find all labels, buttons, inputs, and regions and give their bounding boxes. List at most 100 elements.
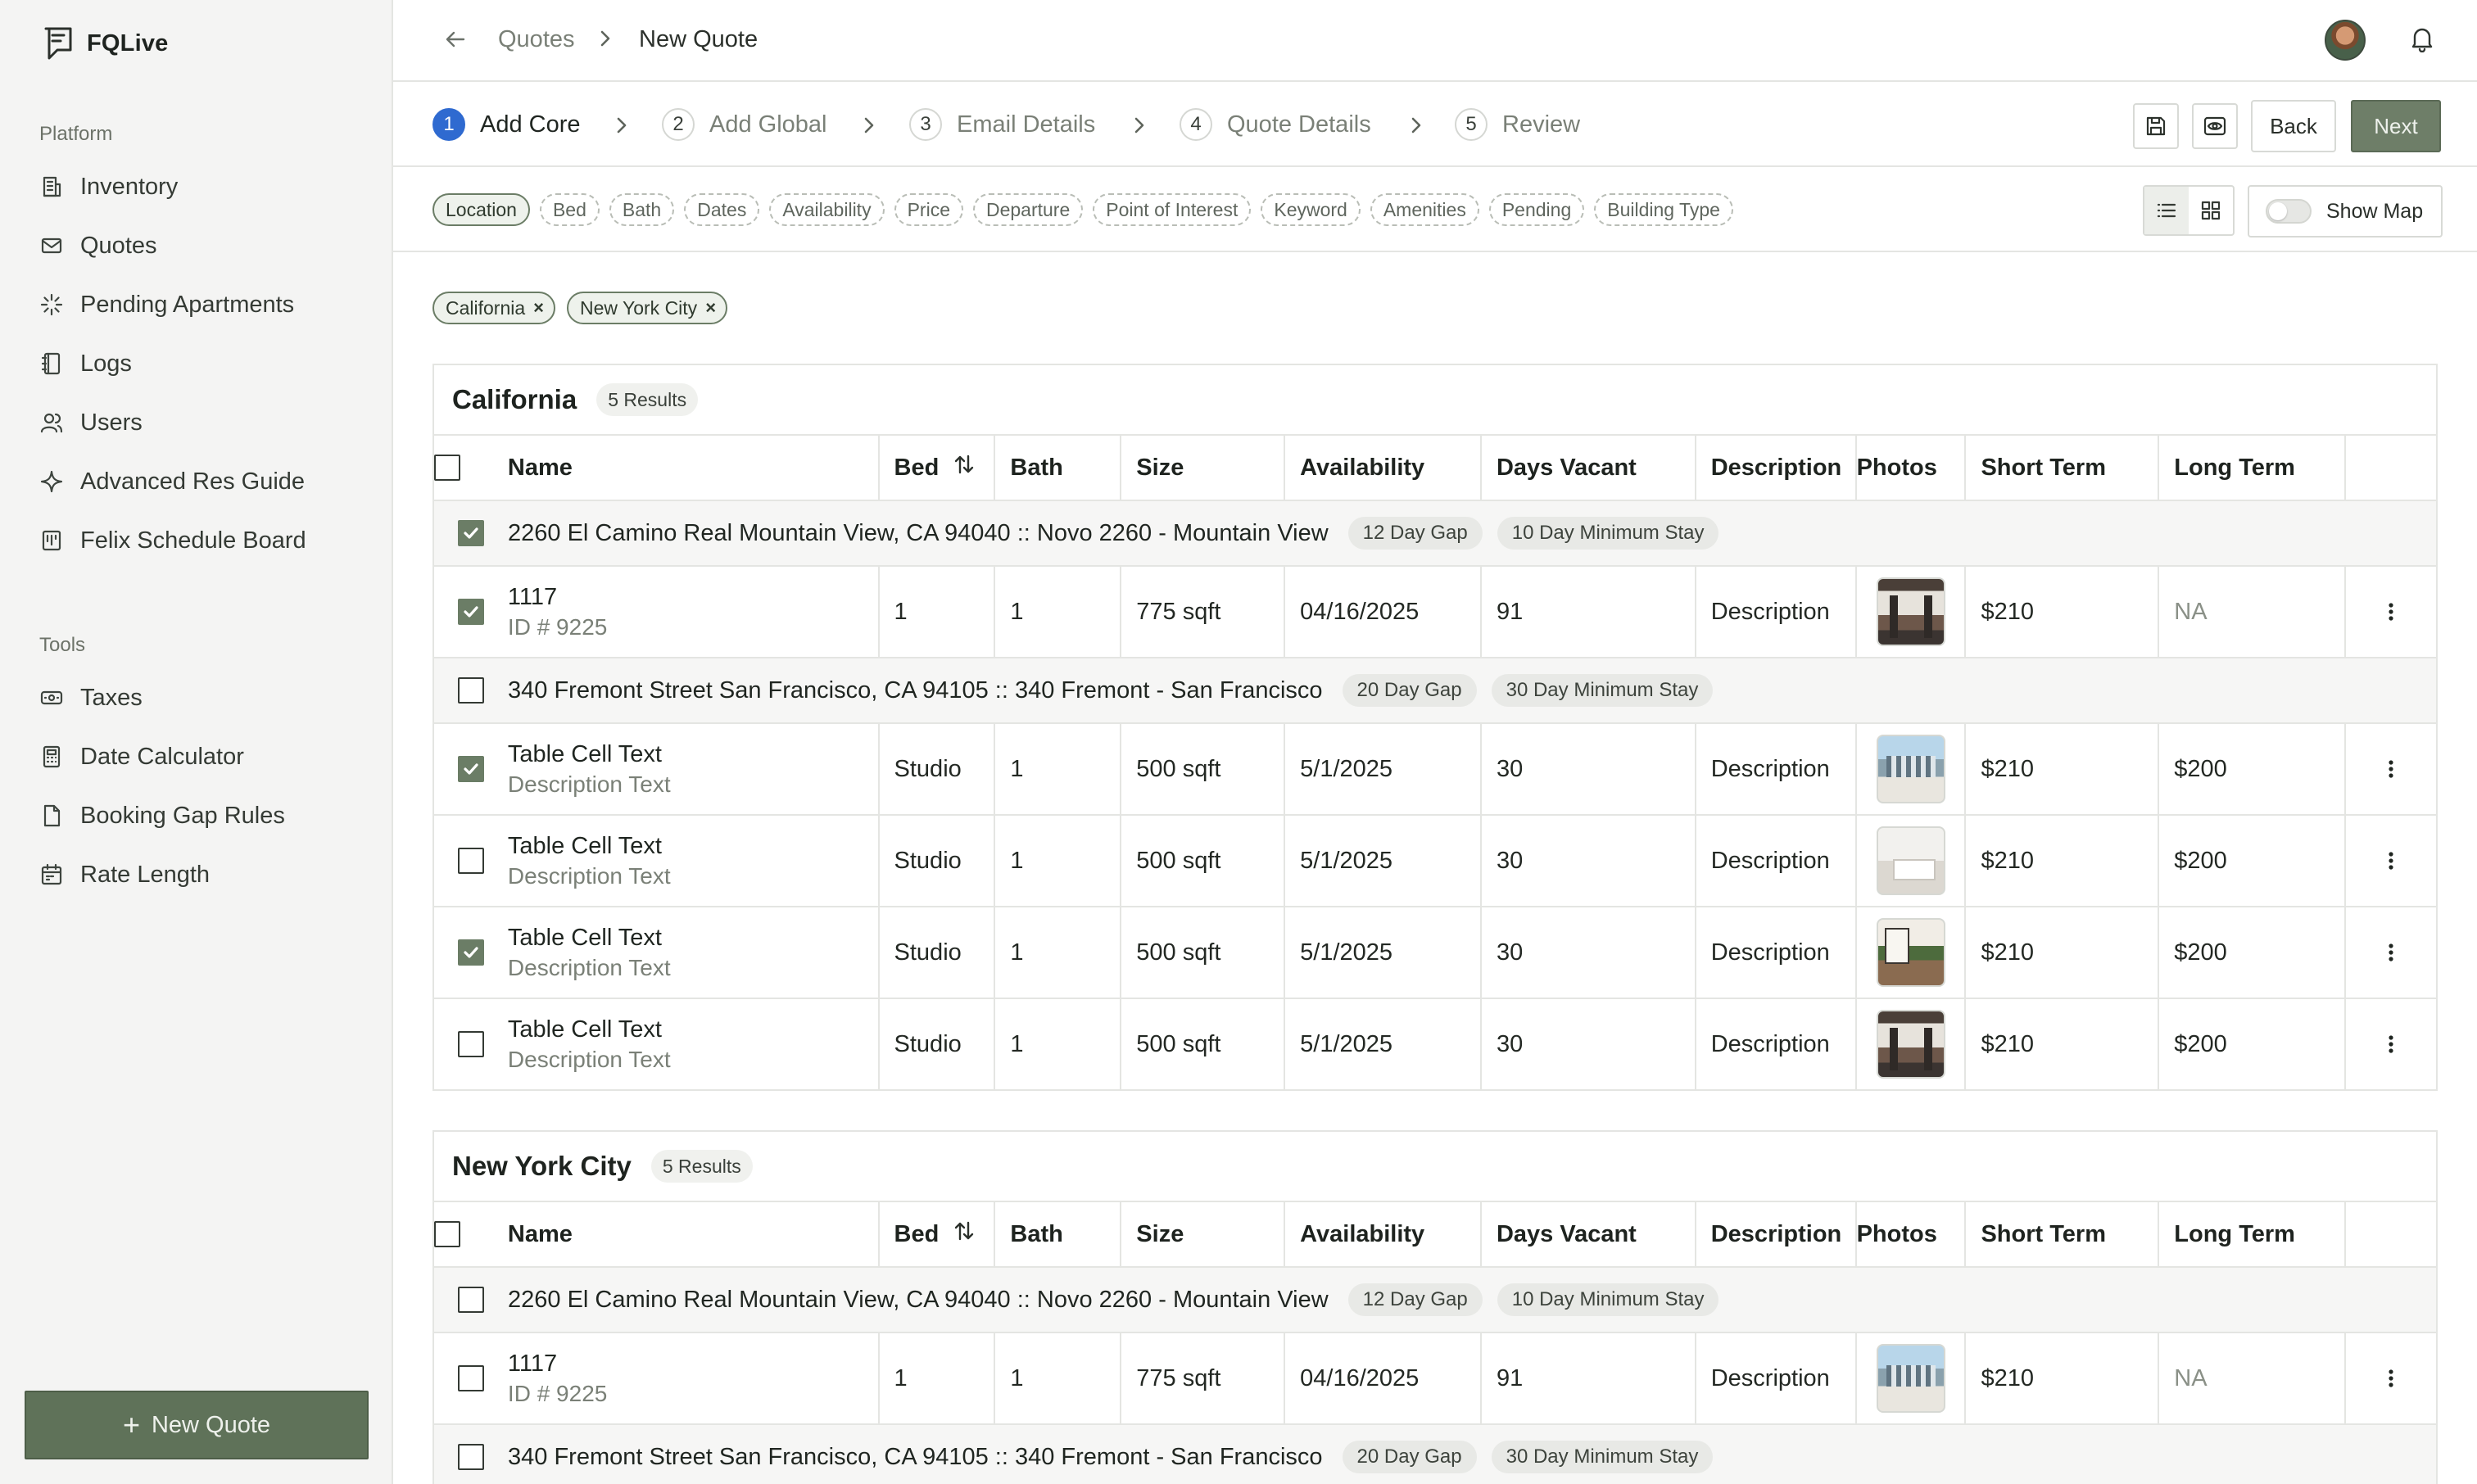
filter-chip-departure[interactable]: Departure <box>972 193 1084 226</box>
sidebar-item-taxes[interactable]: Taxes <box>38 675 143 721</box>
sidebar-item-pending-apartments[interactable]: Pending Apartments <box>38 282 294 328</box>
sidebar-item-logs[interactable]: Logs <box>38 341 132 387</box>
section-title-platform: Platform <box>39 123 113 145</box>
long-term-cell: NA <box>2159 1333 2347 1423</box>
checkbox-cell <box>434 567 508 657</box>
days-vacant-cell: 30 <box>1482 724 1696 814</box>
next-button[interactable]: Next <box>2351 100 2441 152</box>
avatar[interactable] <box>2325 20 2366 61</box>
checkbox-checked[interactable] <box>457 939 484 966</box>
new-quote-button[interactable]: + New Quote <box>25 1391 369 1459</box>
unit-name: Table Cell Text <box>507 1016 662 1043</box>
checkbox[interactable] <box>458 1444 484 1470</box>
checkbox[interactable] <box>457 1365 484 1391</box>
column-header-label: Short Term <box>1981 454 2107 481</box>
more-vertical-icon[interactable] <box>2379 848 2403 873</box>
filter-chip-amenities[interactable]: Amenities <box>1370 193 1479 226</box>
filter-chip-bed[interactable]: Bed <box>539 193 600 226</box>
more-vertical-icon[interactable] <box>2379 599 2403 624</box>
sidebar-item-users[interactable]: Users <box>38 400 143 446</box>
filter-chip-availability[interactable]: Availability <box>769 193 885 226</box>
photos-cell <box>1857 816 1967 906</box>
show-map-toggle[interactable]: Show Map <box>2248 185 2443 238</box>
breadcrumb-quotes[interactable]: Quotes <box>498 26 575 53</box>
rule-badge: 30 Day Minimum Stay <box>1491 1441 1714 1473</box>
remove-icon[interactable]: × <box>705 297 716 319</box>
list-view-button[interactable] <box>2144 187 2189 234</box>
step-quote-details[interactable]: 4 Quote Details <box>1180 106 1371 143</box>
more-vertical-icon[interactable] <box>2379 940 2403 965</box>
checkbox[interactable] <box>434 455 460 481</box>
days-vacant-cell-value: 30 <box>1496 847 1524 874</box>
sidebar-item-quotes[interactable]: Quotes <box>38 223 157 269</box>
filter-chip-building-type[interactable]: Building Type <box>1594 193 1733 226</box>
table-row: 1117 ID # 9225 1 1 775 sqft 04/16/2025 91 Descr… <box>434 1333 2436 1425</box>
apartment-photo[interactable] <box>1876 577 1945 646</box>
bed-cell-value: 1 <box>894 598 908 625</box>
checkbox-checked[interactable] <box>457 756 484 782</box>
column-header[interactable]: Bed <box>880 436 996 500</box>
unit-name: 1117 <box>507 583 558 610</box>
column-header: Size <box>1121 436 1286 500</box>
apartment-photo[interactable] <box>1876 735 1945 803</box>
file-icon <box>38 802 66 830</box>
more-vertical-icon[interactable] <box>2379 757 2403 781</box>
sidebar-item-booking-gap-rules[interactable]: Booking Gap Rules <box>38 793 285 839</box>
results-table: Name Bed Bath Size Availability Days Vacant De… <box>434 436 2436 1091</box>
apartment-photo[interactable] <box>1876 826 1945 895</box>
grid-icon <box>2201 201 2221 220</box>
checkbox[interactable] <box>458 1287 484 1313</box>
preview-button[interactable] <box>2192 103 2238 149</box>
photos-cell <box>1857 907 1967 998</box>
filter-chip-keyword[interactable]: Keyword <box>1261 193 1361 226</box>
results-count-badge: 5 Results <box>650 1150 753 1183</box>
checkbox-checked[interactable] <box>458 520 484 546</box>
size-cell-value: 775 sqft <box>1136 598 1221 625</box>
more-vertical-icon[interactable] <box>2379 1032 2403 1056</box>
filter-chip-price[interactable]: Price <box>894 193 963 226</box>
filter-chip-bath[interactable]: Bath <box>609 193 675 226</box>
sidebar-item-inventory[interactable]: Inventory <box>38 164 178 210</box>
filter-chip-location[interactable]: Location <box>432 193 530 226</box>
checkbox[interactable] <box>457 1031 484 1057</box>
short-term-value: $210 <box>1981 598 2034 625</box>
sidebar-item-advanced-res-guide[interactable]: Advanced Res Guide <box>38 459 305 504</box>
grid-view-button[interactable] <box>2189 187 2233 234</box>
remove-icon[interactable]: × <box>533 297 544 319</box>
column-header-label: Photos <box>1856 1220 1937 1247</box>
filter-chip-pending[interactable]: Pending <box>1488 193 1585 226</box>
step-email-details[interactable]: 3 Email Details <box>909 106 1095 143</box>
column-header: Photos <box>1857 436 1967 500</box>
sidebar-item-felix-schedule-board[interactable]: Felix Schedule Board <box>38 518 306 563</box>
sidebar-item-date-calculator[interactable]: Date Calculator <box>38 734 244 780</box>
column-header-label: Long Term <box>2174 1220 2295 1247</box>
short-term-value: $210 <box>1981 939 2034 966</box>
step-add-core[interactable]: 1 Add Core <box>432 106 581 143</box>
step-review[interactable]: 5 Review <box>1455 106 1580 143</box>
filter-chip-point-of-interest[interactable]: Point of Interest <box>1093 193 1252 226</box>
checkbox[interactable] <box>434 1221 460 1247</box>
bell-icon[interactable] <box>2408 25 2441 57</box>
step-add-global[interactable]: 2 Add Global <box>662 106 827 143</box>
short-term-cell: $210 <box>1966 1333 2160 1423</box>
back-arrow-icon[interactable] <box>442 26 472 56</box>
apartment-photo[interactable] <box>1876 1344 1945 1413</box>
column-header[interactable]: Bed <box>880 1202 996 1266</box>
apartment-photo[interactable] <box>1876 918 1945 987</box>
photos-cell <box>1857 724 1967 814</box>
map-switch[interactable] <box>2266 199 2312 224</box>
actions-cell <box>2346 567 2436 657</box>
sort-icon[interactable] <box>952 452 976 483</box>
checkbox-checked[interactable] <box>457 599 484 625</box>
filter-chip-dates[interactable]: Dates <box>684 193 760 226</box>
size-cell-value: 500 sqft <box>1136 755 1221 782</box>
apartment-photo[interactable] <box>1876 1010 1945 1079</box>
sidebar-item-rate-length[interactable]: Rate Length <box>38 852 210 898</box>
save-button[interactable] <box>2133 103 2179 149</box>
back-button[interactable]: Back <box>2251 100 2336 152</box>
checkbox[interactable] <box>458 677 484 704</box>
brand[interactable]: FQLive <box>43 25 169 62</box>
more-vertical-icon[interactable] <box>2379 1366 2403 1391</box>
checkbox[interactable] <box>457 848 484 874</box>
sort-icon[interactable] <box>952 1219 976 1250</box>
